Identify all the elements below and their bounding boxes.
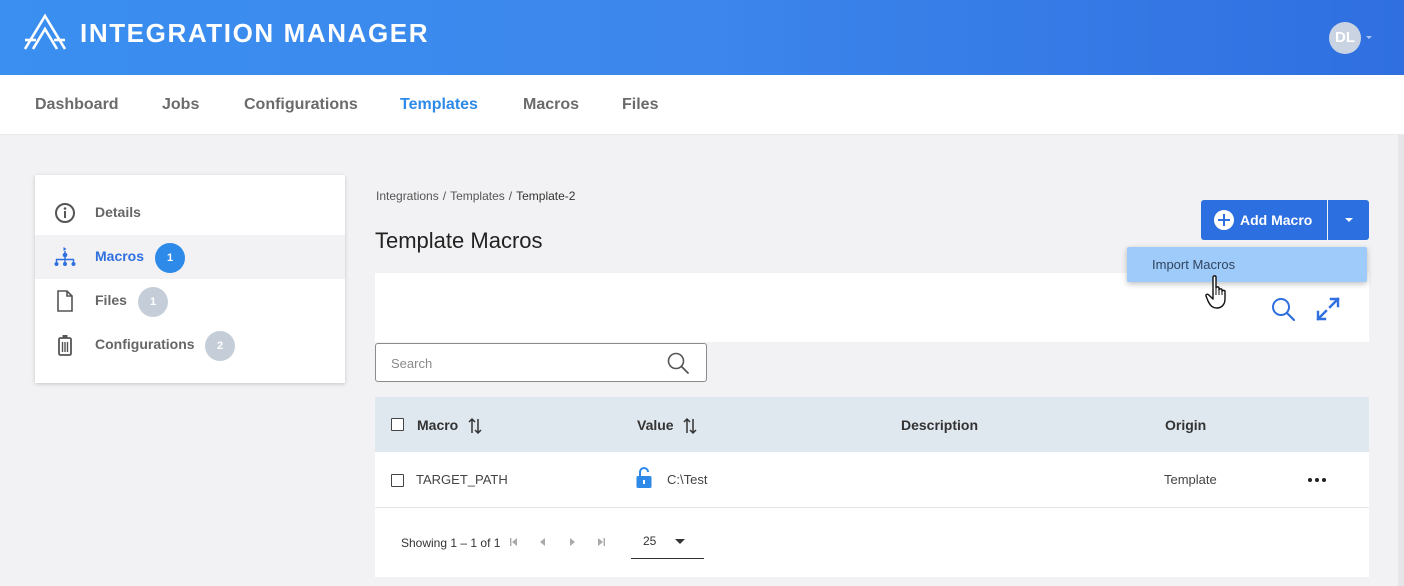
plus-circle-icon [1214, 210, 1234, 230]
template-sidebar: Details Macros 1 Files 1 Configurations … [35, 175, 345, 383]
pagination-summary: Showing 1 – 1 of 1 [401, 536, 501, 550]
page-scrollbar[interactable] [1398, 135, 1404, 586]
next-page-icon[interactable] [567, 537, 577, 547]
chevron-down-icon [675, 539, 685, 544]
macros-count-badge: 1 [155, 243, 185, 273]
sort-icon[interactable] [467, 417, 483, 435]
select-all-checkbox[interactable] [391, 418, 404, 431]
page-size-select[interactable]: 25 [631, 521, 704, 559]
macro-tree-icon [54, 247, 76, 266]
search-field [375, 343, 707, 382]
sidebar-item-macros[interactable]: Macros 1 [35, 235, 345, 279]
nav-configurations[interactable]: Configurations [244, 96, 358, 114]
sidebar-item-files[interactable]: Files 1 [35, 279, 345, 323]
user-menu-caret-icon[interactable] [1366, 36, 1372, 39]
add-macro-dropdown: Import Macros [1127, 247, 1367, 282]
add-macro-label: Add Macro [1240, 212, 1313, 228]
search-input[interactable] [391, 353, 651, 373]
hand-cursor-icon [1205, 275, 1226, 309]
nav-templates[interactable]: Templates [400, 96, 478, 114]
breadcrumb-templates[interactable]: Templates [450, 189, 505, 203]
macro-origin-cell: Template [1164, 472, 1217, 487]
sidebar-item-label: Files [95, 292, 127, 308]
sidebar-item-label: Details [95, 204, 141, 220]
sidebar-item-configurations[interactable]: Configurations 2 [35, 323, 345, 367]
main-nav: Dashboard Jobs Configurations Templates … [0, 75, 1404, 135]
file-icon [57, 290, 73, 312]
sidebar-item-label: Configurations [95, 336, 195, 352]
configuration-icon [58, 335, 72, 356]
column-header-value: Value [637, 417, 674, 433]
nav-jobs[interactable]: Jobs [162, 96, 199, 114]
breadcrumb-integrations[interactable]: Integrations [376, 189, 439, 203]
files-count-badge: 1 [138, 287, 168, 317]
page-title: Template Macros [375, 228, 543, 253]
last-page-icon[interactable] [596, 537, 606, 547]
previous-page-icon[interactable] [538, 537, 548, 547]
info-icon [55, 203, 75, 223]
nav-files[interactable]: Files [622, 96, 658, 114]
breadcrumb: Integrations / Templates / Template-2 [376, 189, 575, 203]
macro-name-cell: TARGET_PATH [416, 472, 508, 487]
user-avatar[interactable]: DL [1329, 22, 1361, 54]
app-logo-icon [23, 13, 67, 50]
import-macros-menu-item[interactable]: Import Macros [1152, 257, 1235, 272]
top-bar: INTEGRATION MANAGER DL [0, 0, 1404, 75]
expand-icon[interactable] [1315, 296, 1341, 322]
configurations-count-badge: 2 [205, 331, 235, 361]
breadcrumb-separator: / [508, 189, 513, 203]
page-size-value: 25 [643, 534, 657, 548]
nav-macros[interactable]: Macros [523, 96, 579, 114]
app-title: INTEGRATION MANAGER [80, 18, 430, 48]
breadcrumb-current: Template-2 [516, 189, 576, 203]
column-header-description: Description [901, 417, 979, 433]
sidebar-item-details[interactable]: Details [35, 191, 345, 235]
add-macro-button[interactable]: Add Macro [1201, 200, 1327, 240]
search-icon[interactable] [1270, 296, 1296, 322]
row-actions-more-icon[interactable] [1305, 474, 1329, 486]
column-header-origin: Origin [1165, 417, 1207, 433]
row-checkbox[interactable] [391, 474, 404, 487]
macros-table: Macro Value Description Origin TARGET_PA… [375, 397, 1369, 577]
sidebar-item-label: Macros [95, 248, 145, 264]
add-macro-menu-toggle[interactable] [1328, 200, 1369, 240]
macro-value-cell: C:\Test [667, 472, 708, 487]
search-icon[interactable] [666, 351, 690, 375]
unlocked-icon[interactable] [635, 467, 653, 489]
nav-dashboard[interactable]: Dashboard [35, 96, 119, 114]
column-header-macro: Macro [417, 417, 459, 433]
table-header: Macro Value Description Origin [375, 397, 1369, 452]
first-page-icon[interactable] [509, 537, 519, 547]
table-row[interactable]: TARGET_PATH C:\Test Template [375, 452, 1369, 508]
chevron-down-icon [1345, 218, 1353, 222]
breadcrumb-separator: / [442, 189, 447, 203]
sort-icon[interactable] [682, 417, 698, 435]
